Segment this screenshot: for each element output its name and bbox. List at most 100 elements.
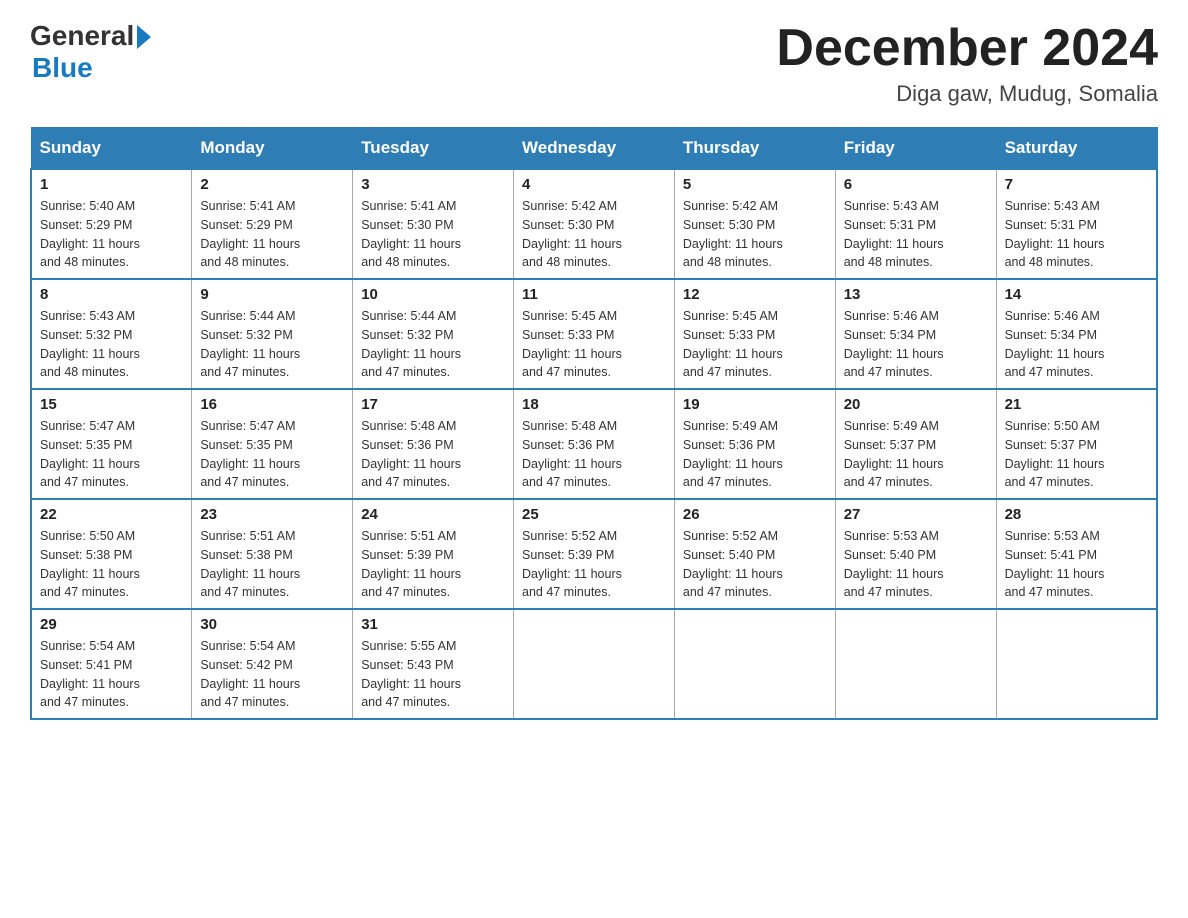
calendar-cell: 19 Sunrise: 5:49 AMSunset: 5:36 PMDaylig…: [674, 389, 835, 499]
day-number: 16: [200, 396, 344, 413]
day-number: 12: [683, 286, 827, 303]
calendar-cell: 16 Sunrise: 5:47 AMSunset: 5:35 PMDaylig…: [192, 389, 353, 499]
day-info: Sunrise: 5:53 AMSunset: 5:41 PMDaylight:…: [1005, 529, 1105, 599]
day-number: 28: [1005, 506, 1148, 523]
day-info: Sunrise: 5:51 AMSunset: 5:38 PMDaylight:…: [200, 529, 300, 599]
day-info: Sunrise: 5:46 AMSunset: 5:34 PMDaylight:…: [1005, 309, 1105, 379]
calendar-cell: 9 Sunrise: 5:44 AMSunset: 5:32 PMDayligh…: [192, 279, 353, 389]
header-wednesday: Wednesday: [514, 128, 675, 170]
day-info: Sunrise: 5:45 AMSunset: 5:33 PMDaylight:…: [683, 309, 783, 379]
calendar-cell: 13 Sunrise: 5:46 AMSunset: 5:34 PMDaylig…: [835, 279, 996, 389]
header-saturday: Saturday: [996, 128, 1157, 170]
calendar-cell: 25 Sunrise: 5:52 AMSunset: 5:39 PMDaylig…: [514, 499, 675, 609]
day-number: 13: [844, 286, 988, 303]
day-info: Sunrise: 5:44 AMSunset: 5:32 PMDaylight:…: [200, 309, 300, 379]
day-number: 23: [200, 506, 344, 523]
calendar-cell: 22 Sunrise: 5:50 AMSunset: 5:38 PMDaylig…: [31, 499, 192, 609]
day-number: 30: [200, 616, 344, 633]
calendar-cell: 23 Sunrise: 5:51 AMSunset: 5:38 PMDaylig…: [192, 499, 353, 609]
calendar-cell: 30 Sunrise: 5:54 AMSunset: 5:42 PMDaylig…: [192, 609, 353, 719]
calendar-week-row: 8 Sunrise: 5:43 AMSunset: 5:32 PMDayligh…: [31, 279, 1157, 389]
calendar-cell: 14 Sunrise: 5:46 AMSunset: 5:34 PMDaylig…: [996, 279, 1157, 389]
day-number: 2: [200, 176, 344, 193]
day-number: 31: [361, 616, 505, 633]
calendar-cell: 15 Sunrise: 5:47 AMSunset: 5:35 PMDaylig…: [31, 389, 192, 499]
day-number: 10: [361, 286, 505, 303]
header-tuesday: Tuesday: [353, 128, 514, 170]
day-number: 20: [844, 396, 988, 413]
day-number: 14: [1005, 286, 1148, 303]
day-number: 21: [1005, 396, 1148, 413]
calendar-cell: 18 Sunrise: 5:48 AMSunset: 5:36 PMDaylig…: [514, 389, 675, 499]
calendar-header-row: SundayMondayTuesdayWednesdayThursdayFrid…: [31, 128, 1157, 170]
day-number: 18: [522, 396, 666, 413]
calendar-cell: 8 Sunrise: 5:43 AMSunset: 5:32 PMDayligh…: [31, 279, 192, 389]
day-info: Sunrise: 5:50 AMSunset: 5:38 PMDaylight:…: [40, 529, 140, 599]
day-info: Sunrise: 5:55 AMSunset: 5:43 PMDaylight:…: [361, 639, 461, 709]
header-thursday: Thursday: [674, 128, 835, 170]
day-info: Sunrise: 5:41 AMSunset: 5:30 PMDaylight:…: [361, 199, 461, 269]
month-title: December 2024: [776, 20, 1158, 77]
day-info: Sunrise: 5:40 AMSunset: 5:29 PMDaylight:…: [40, 199, 140, 269]
day-info: Sunrise: 5:52 AMSunset: 5:39 PMDaylight:…: [522, 529, 622, 599]
day-info: Sunrise: 5:42 AMSunset: 5:30 PMDaylight:…: [683, 199, 783, 269]
calendar-cell: 20 Sunrise: 5:49 AMSunset: 5:37 PMDaylig…: [835, 389, 996, 499]
day-info: Sunrise: 5:47 AMSunset: 5:35 PMDaylight:…: [40, 419, 140, 489]
day-number: 5: [683, 176, 827, 193]
calendar-cell: 10 Sunrise: 5:44 AMSunset: 5:32 PMDaylig…: [353, 279, 514, 389]
day-number: 6: [844, 176, 988, 193]
calendar-cell: 12 Sunrise: 5:45 AMSunset: 5:33 PMDaylig…: [674, 279, 835, 389]
day-number: 1: [40, 176, 183, 193]
header-friday: Friday: [835, 128, 996, 170]
day-number: 9: [200, 286, 344, 303]
day-number: 11: [522, 286, 666, 303]
calendar-cell: 3 Sunrise: 5:41 AMSunset: 5:30 PMDayligh…: [353, 169, 514, 279]
day-info: Sunrise: 5:47 AMSunset: 5:35 PMDaylight:…: [200, 419, 300, 489]
calendar-cell: 31 Sunrise: 5:55 AMSunset: 5:43 PMDaylig…: [353, 609, 514, 719]
header-monday: Monday: [192, 128, 353, 170]
calendar-cell: 6 Sunrise: 5:43 AMSunset: 5:31 PMDayligh…: [835, 169, 996, 279]
day-number: 17: [361, 396, 505, 413]
calendar-week-row: 29 Sunrise: 5:54 AMSunset: 5:41 PMDaylig…: [31, 609, 1157, 719]
day-info: Sunrise: 5:43 AMSunset: 5:32 PMDaylight:…: [40, 309, 140, 379]
calendar-cell: 5 Sunrise: 5:42 AMSunset: 5:30 PMDayligh…: [674, 169, 835, 279]
calendar-cell: 27 Sunrise: 5:53 AMSunset: 5:40 PMDaylig…: [835, 499, 996, 609]
header: General Blue December 2024 Diga gaw, Mud…: [30, 20, 1158, 107]
calendar-cell: [514, 609, 675, 719]
calendar-cell: [674, 609, 835, 719]
day-number: 29: [40, 616, 183, 633]
day-info: Sunrise: 5:51 AMSunset: 5:39 PMDaylight:…: [361, 529, 461, 599]
day-number: 7: [1005, 176, 1148, 193]
header-sunday: Sunday: [31, 128, 192, 170]
day-info: Sunrise: 5:52 AMSunset: 5:40 PMDaylight:…: [683, 529, 783, 599]
calendar-week-row: 1 Sunrise: 5:40 AMSunset: 5:29 PMDayligh…: [31, 169, 1157, 279]
calendar-cell: [835, 609, 996, 719]
calendar-week-row: 22 Sunrise: 5:50 AMSunset: 5:38 PMDaylig…: [31, 499, 1157, 609]
logo-arrow-icon: [137, 25, 151, 49]
day-info: Sunrise: 5:49 AMSunset: 5:37 PMDaylight:…: [844, 419, 944, 489]
day-number: 24: [361, 506, 505, 523]
calendar-week-row: 15 Sunrise: 5:47 AMSunset: 5:35 PMDaylig…: [31, 389, 1157, 499]
calendar-cell: 28 Sunrise: 5:53 AMSunset: 5:41 PMDaylig…: [996, 499, 1157, 609]
calendar-table: SundayMondayTuesdayWednesdayThursdayFrid…: [30, 127, 1158, 720]
day-info: Sunrise: 5:49 AMSunset: 5:36 PMDaylight:…: [683, 419, 783, 489]
title-area: December 2024 Diga gaw, Mudug, Somalia: [776, 20, 1158, 107]
day-number: 19: [683, 396, 827, 413]
calendar-cell: 29 Sunrise: 5:54 AMSunset: 5:41 PMDaylig…: [31, 609, 192, 719]
day-number: 8: [40, 286, 183, 303]
day-info: Sunrise: 5:48 AMSunset: 5:36 PMDaylight:…: [361, 419, 461, 489]
day-info: Sunrise: 5:54 AMSunset: 5:42 PMDaylight:…: [200, 639, 300, 709]
calendar-cell: 11 Sunrise: 5:45 AMSunset: 5:33 PMDaylig…: [514, 279, 675, 389]
day-info: Sunrise: 5:42 AMSunset: 5:30 PMDaylight:…: [522, 199, 622, 269]
day-number: 27: [844, 506, 988, 523]
logo: General Blue: [30, 20, 151, 84]
logo-general: General: [30, 20, 134, 52]
calendar-cell: 21 Sunrise: 5:50 AMSunset: 5:37 PMDaylig…: [996, 389, 1157, 499]
calendar-cell: 24 Sunrise: 5:51 AMSunset: 5:39 PMDaylig…: [353, 499, 514, 609]
calendar-cell: 26 Sunrise: 5:52 AMSunset: 5:40 PMDaylig…: [674, 499, 835, 609]
calendar-cell: 4 Sunrise: 5:42 AMSunset: 5:30 PMDayligh…: [514, 169, 675, 279]
day-info: Sunrise: 5:46 AMSunset: 5:34 PMDaylight:…: [844, 309, 944, 379]
logo-blue: Blue: [32, 52, 93, 83]
location-subtitle: Diga gaw, Mudug, Somalia: [776, 81, 1158, 107]
calendar-cell: 7 Sunrise: 5:43 AMSunset: 5:31 PMDayligh…: [996, 169, 1157, 279]
